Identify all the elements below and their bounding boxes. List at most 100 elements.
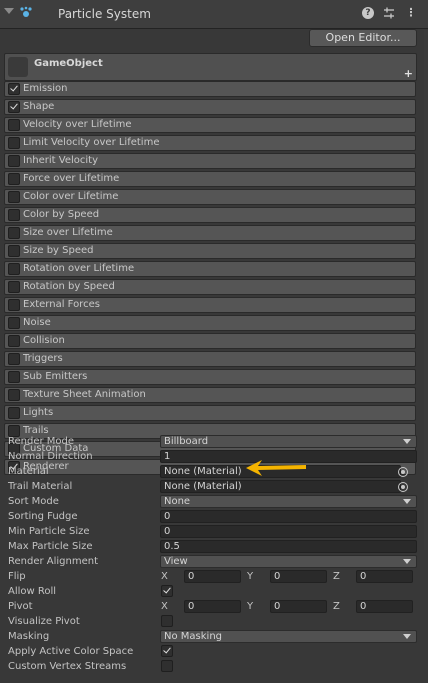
fold-arrow-icon[interactable] xyxy=(4,8,14,14)
module-enable-checkbox[interactable] xyxy=(8,335,20,347)
module-triggers[interactable]: Triggers xyxy=(4,351,416,367)
module-label: Texture Sheet Animation xyxy=(23,389,146,400)
module-enable-checkbox[interactable] xyxy=(8,209,20,221)
module-force-over-lifetime[interactable]: Force over Lifetime xyxy=(4,171,416,187)
sorting-fudge-field[interactable]: 0 xyxy=(160,510,417,523)
sort-mode-dropdown[interactable]: None xyxy=(160,495,417,508)
module-color-by-speed[interactable]: Color by Speed xyxy=(4,207,416,223)
module-label: Collision xyxy=(23,335,65,346)
visualize-pivot-checkbox[interactable] xyxy=(161,615,173,627)
module-label: Rotation by Speed xyxy=(23,281,115,292)
material-row: Material None (Material) xyxy=(0,464,428,479)
apply-active-color-space-label: Apply Active Color Space xyxy=(8,646,134,657)
module-enable-checkbox[interactable] xyxy=(8,101,20,113)
module-label: Triggers xyxy=(23,353,63,364)
sorting-fudge-label: Sorting Fudge xyxy=(8,511,78,522)
masking-dropdown[interactable]: No Masking xyxy=(160,630,417,643)
module-enable-checkbox[interactable] xyxy=(8,263,20,275)
module-texture-sheet-animation[interactable]: Texture Sheet Animation xyxy=(4,387,416,403)
module-enable-checkbox[interactable] xyxy=(8,191,20,203)
allow-roll-checkbox[interactable] xyxy=(161,585,173,597)
module-sub-emitters[interactable]: Sub Emitters xyxy=(4,369,416,385)
component-title: Particle System xyxy=(58,7,151,21)
annotation-arrow-icon xyxy=(246,460,306,476)
module-enable-checkbox[interactable] xyxy=(8,119,20,131)
module-collision[interactable]: Collision xyxy=(4,333,416,349)
min-particle-size-label: Min Particle Size xyxy=(8,526,90,537)
module-enable-checkbox[interactable] xyxy=(8,173,20,185)
trail-material-row: Trail Material None (Material) xyxy=(0,479,428,494)
particle-system-icon xyxy=(20,6,32,17)
module-enable-checkbox[interactable] xyxy=(8,155,20,167)
module-enable-checkbox[interactable] xyxy=(8,371,20,383)
pivot-x-label: X xyxy=(161,601,168,612)
max-particle-size-label: Max Particle Size xyxy=(8,541,93,552)
module-label: Sub Emitters xyxy=(23,371,88,382)
module-color-over-lifetime[interactable]: Color over Lifetime xyxy=(4,189,416,205)
visualize-pivot-label: Visualize Pivot xyxy=(8,616,80,627)
module-enable-checkbox[interactable] xyxy=(8,227,20,239)
custom-vertex-streams-checkbox[interactable] xyxy=(161,660,173,672)
scrollbar[interactable] xyxy=(424,30,428,550)
module-external-forces[interactable]: External Forces xyxy=(4,297,416,313)
module-label: Shape xyxy=(23,101,55,112)
custom-vertex-streams-row: Custom Vertex Streams xyxy=(0,659,428,674)
render-alignment-label: Render Alignment xyxy=(8,556,99,567)
min-particle-size-row: Min Particle Size 0 xyxy=(0,524,428,539)
flip-x-field[interactable]: 0 xyxy=(184,570,241,583)
allow-roll-row: Allow Roll xyxy=(0,584,428,599)
module-enable-checkbox[interactable] xyxy=(8,83,20,95)
module-enable-checkbox[interactable] xyxy=(8,281,20,293)
render-alignment-dropdown[interactable]: View xyxy=(160,555,417,568)
module-rotation-by-speed[interactable]: Rotation by Speed xyxy=(4,279,416,295)
module-limit-velocity-over-lifetime[interactable]: Limit Velocity over Lifetime xyxy=(4,135,416,151)
apply-active-color-space-checkbox[interactable] xyxy=(161,645,173,657)
pivot-label: Pivot xyxy=(8,601,33,612)
module-shape[interactable]: Shape xyxy=(4,99,416,115)
module-inherit-velocity[interactable]: Inherit Velocity xyxy=(4,153,416,169)
module-emission[interactable]: Emission xyxy=(4,81,416,97)
apply-active-color-space-row: Apply Active Color Space xyxy=(0,644,428,659)
object-picker-icon[interactable] xyxy=(398,467,408,477)
module-enable-checkbox[interactable] xyxy=(8,317,20,329)
masking-row: Masking No Masking xyxy=(0,629,428,644)
menu-icon[interactable]: ⋮ xyxy=(404,6,418,20)
add-module-plus-icon[interactable]: + xyxy=(404,68,413,79)
module-label: Color by Speed xyxy=(23,209,100,220)
presets-icon[interactable] xyxy=(382,6,396,20)
module-label: External Forces xyxy=(23,299,100,310)
min-particle-size-field[interactable]: 0 xyxy=(160,525,417,538)
module-size-over-lifetime[interactable]: Size over Lifetime xyxy=(4,225,416,241)
help-icon[interactable]: ? xyxy=(362,7,374,19)
object-picker-icon[interactable] xyxy=(398,482,408,492)
module-enable-checkbox[interactable] xyxy=(8,353,20,365)
module-noise[interactable]: Noise xyxy=(4,315,416,331)
module-enable-checkbox[interactable] xyxy=(8,407,20,419)
max-particle-size-field[interactable]: 0.5 xyxy=(160,540,417,553)
open-editor-button[interactable]: Open Editor... xyxy=(309,29,417,47)
module-lights[interactable]: Lights xyxy=(4,405,416,421)
module-enable-checkbox[interactable] xyxy=(8,245,20,257)
flip-y-field[interactable]: 0 xyxy=(270,570,327,583)
flip-z-field[interactable]: 0 xyxy=(356,570,413,583)
module-velocity-over-lifetime[interactable]: Velocity over Lifetime xyxy=(4,117,416,133)
trail-material-field[interactable]: None (Material) xyxy=(160,480,401,493)
pivot-y-field[interactable]: 0 xyxy=(270,600,327,613)
render-mode-dropdown[interactable]: Billboard xyxy=(160,435,417,448)
render-alignment-row: Render Alignment View xyxy=(0,554,428,569)
module-enable-checkbox[interactable] xyxy=(8,137,20,149)
pivot-x-field[interactable]: 0 xyxy=(184,600,241,613)
sort-mode-row: Sort Mode None xyxy=(0,494,428,509)
module-label: Force over Lifetime xyxy=(23,173,120,184)
module-enable-checkbox[interactable] xyxy=(8,389,20,401)
module-rotation-over-lifetime[interactable]: Rotation over Lifetime xyxy=(4,261,416,277)
module-label: Color over Lifetime xyxy=(23,191,119,202)
game-object-name: GameObject xyxy=(34,58,103,69)
game-object-thumbnail xyxy=(8,57,28,77)
game-object-header[interactable]: GameObject + xyxy=(4,53,417,81)
module-size-by-speed[interactable]: Size by Speed xyxy=(4,243,416,259)
module-enable-checkbox[interactable] xyxy=(8,299,20,311)
material-label: Material xyxy=(8,466,49,477)
flip-z-label: Z xyxy=(333,571,340,582)
pivot-z-field[interactable]: 0 xyxy=(356,600,413,613)
